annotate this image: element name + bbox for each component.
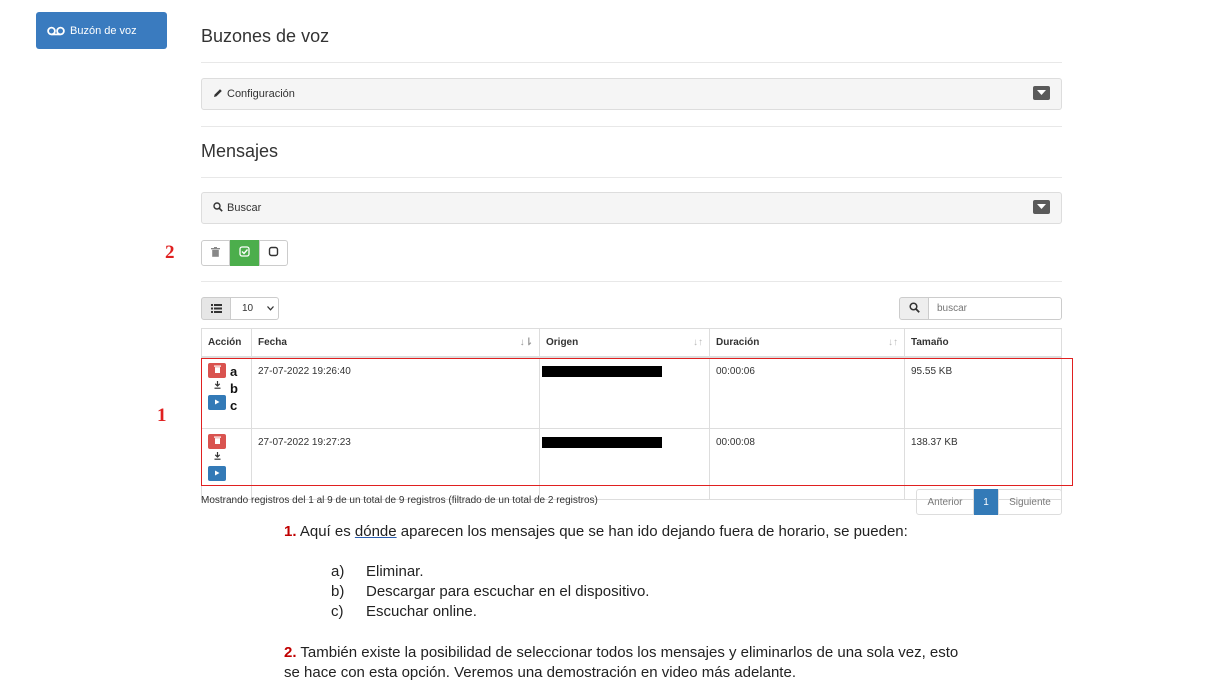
square-icon xyxy=(268,244,279,262)
note-1-text-a: Aquí es xyxy=(296,523,355,540)
page-size-value: 10 xyxy=(242,303,254,314)
list-item: c) Escuchar online. xyxy=(331,603,477,620)
column-header-duracion[interactable]: Duración ↓↑ xyxy=(709,328,905,358)
search-icon xyxy=(908,300,920,318)
search-input[interactable] xyxy=(928,297,1062,320)
note-2-line-2: se hace con esta opción. Veremos una dem… xyxy=(284,664,796,681)
delete-selected-button[interactable] xyxy=(201,240,230,266)
note-2-line-1: También existe la posibilidad de selecci… xyxy=(296,644,959,661)
list-item: a) Eliminar. xyxy=(331,563,424,580)
note-2: 2. También existe la posibilidad de sele… xyxy=(284,643,958,683)
trash-icon xyxy=(211,244,220,262)
search-panel[interactable]: Buscar xyxy=(201,192,1062,224)
page-1-button[interactable]: 1 xyxy=(974,489,998,515)
list-icon xyxy=(210,300,222,318)
voicemail-button[interactable]: Buzón de voz xyxy=(36,12,167,49)
search-button[interactable] xyxy=(899,297,929,320)
prev-page-button[interactable]: Anterior xyxy=(916,489,974,515)
config-panel[interactable]: Configuración xyxy=(201,78,1062,110)
chevron-down-icon[interactable] xyxy=(1033,200,1050,214)
select-all-button[interactable] xyxy=(230,240,259,266)
chevron-down-icon xyxy=(267,303,275,314)
annotation-highlight-box xyxy=(201,358,1073,486)
page-title: Buzones de voz xyxy=(201,26,330,46)
note-1-number: 1. xyxy=(284,523,297,540)
table-info: Mostrando registros del 1 al 9 de un tot… xyxy=(201,495,598,506)
deselect-all-button[interactable] xyxy=(259,240,288,266)
chevron-down-icon[interactable] xyxy=(1033,86,1050,100)
voicemail-button-label: Buzón de voz xyxy=(70,24,137,37)
column-header-tamano: Tamaño xyxy=(904,328,1062,358)
column-header-fecha[interactable]: Fecha ↓⇂ xyxy=(251,328,540,358)
annotation-1: 1 xyxy=(157,405,167,426)
annotation-2: 2 xyxy=(165,242,175,263)
note-1-text-b: aparecen los mensajes que se han ido dej… xyxy=(396,523,908,540)
divider xyxy=(201,126,1062,127)
page-size-select[interactable]: 10 xyxy=(230,297,279,320)
pagination: Anterior 1 Siguiente xyxy=(916,489,1062,515)
sort-asc-icon: ↓⇂ xyxy=(519,337,533,348)
options-list: a) Eliminar. b) Descargar para escuchar en… xyxy=(331,563,649,623)
divider xyxy=(201,281,1062,282)
check-square-icon xyxy=(239,244,250,262)
divider xyxy=(201,62,1062,63)
list-view-toggle[interactable] xyxy=(201,297,231,320)
divider xyxy=(201,177,1062,178)
search-panel-label: Buscar xyxy=(227,202,262,214)
messages-title: Mensajes xyxy=(201,141,279,161)
sort-icon: ↓↑ xyxy=(693,337,703,348)
next-page-button[interactable]: Siguiente xyxy=(998,489,1062,515)
sort-icon: ↓↑ xyxy=(888,337,898,348)
config-panel-label: Configuración xyxy=(227,88,295,100)
column-header-origen[interactable]: Origen ↓↑ xyxy=(539,328,710,358)
note-2-number: 2. xyxy=(284,644,297,661)
bulk-actions xyxy=(201,240,288,266)
table-header-row: Acción Fecha ↓⇂ Origen ↓↑ Duración ↓↑ Tamañ… xyxy=(201,328,1062,358)
search-icon xyxy=(213,201,223,215)
pencil-icon xyxy=(213,88,223,101)
voicemail-icon xyxy=(47,26,65,36)
column-header-accion: Acción xyxy=(201,328,252,358)
note-1-underlined: dónde xyxy=(354,523,397,540)
list-item: b) Descargar para escuchar en el disposit… xyxy=(331,583,650,600)
note-1: 1. Aquí es dónde aparecen los mensajes q… xyxy=(284,523,908,540)
